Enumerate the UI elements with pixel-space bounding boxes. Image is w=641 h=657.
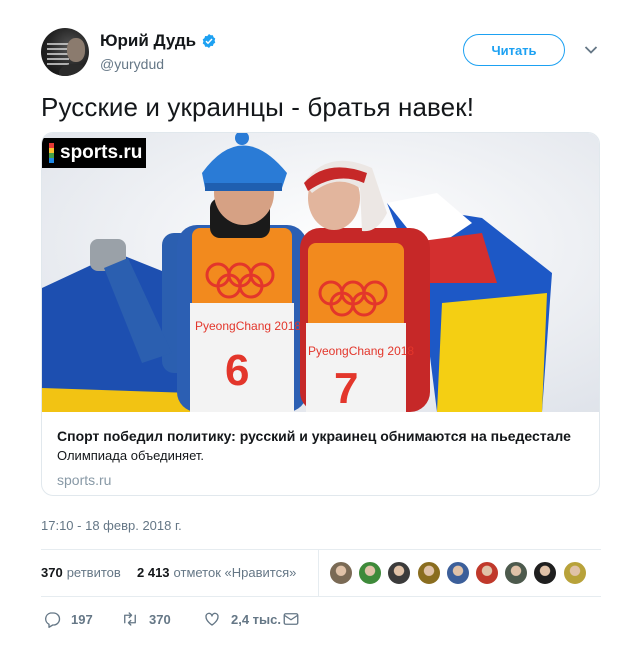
reply-icon <box>45 612 61 628</box>
follow-button[interactable]: Читать <box>463 34 565 66</box>
likes-stat[interactable]: 2 413 отметок «Нравится» <box>137 565 296 580</box>
liker-avatars <box>329 561 592 585</box>
envelope-icon <box>283 613 299 625</box>
reply-count: 197 <box>71 611 93 627</box>
tweet-timestamp[interactable]: 17:10 - 18 февр. 2018 г. <box>41 518 182 533</box>
card-image[interactable]: PyeongChang 2018 6 PyeongChang 2018 7 sp… <box>42 133 599 412</box>
liker-avatar[interactable] <box>358 561 383 585</box>
card-description: Олимпиада объединяет. <box>57 448 205 463</box>
tweet-stats: 370 ретвитов 2 413 отметок «Нравится» <box>41 550 601 596</box>
tweet: Юрий Дудь @yurydud Читать Русские и укра… <box>0 0 641 657</box>
verified-badge-icon <box>202 34 216 48</box>
likes-label: отметок «Нравится» <box>173 565 297 580</box>
retweets-label: ретвитов <box>66 565 121 580</box>
like-count: 2,4 тыс. <box>231 611 281 627</box>
author-name-row[interactable]: Юрий Дудь <box>100 31 217 51</box>
svg-text:7: 7 <box>334 364 358 412</box>
chevron-down-icon[interactable] <box>584 45 598 55</box>
svg-text:PyeongChang 2018: PyeongChang 2018 <box>195 319 301 333</box>
liker-avatar[interactable] <box>562 561 587 585</box>
likes-count: 2 413 <box>137 565 170 580</box>
author-display-name[interactable]: Юрий Дудь <box>100 31 196 51</box>
sports-logo: sports.ru <box>42 138 146 168</box>
liker-avatar[interactable] <box>504 561 529 585</box>
liker-avatar[interactable] <box>533 561 558 585</box>
tweet-actions: 197 370 2,4 тыс. <box>41 606 601 634</box>
link-card[interactable]: PyeongChang 2018 6 PyeongChang 2018 7 sp… <box>41 132 600 496</box>
liker-avatar[interactable] <box>445 561 470 585</box>
stats-divider-bottom <box>41 596 601 597</box>
author-avatar[interactable] <box>41 28 89 76</box>
retweets-stat[interactable]: 370 ретвитов <box>41 565 121 580</box>
liker-avatar[interactable] <box>416 561 441 585</box>
retweet-button[interactable]: 370 <box>121 610 171 628</box>
reply-button[interactable]: 197 <box>43 610 93 628</box>
liker-avatar[interactable] <box>329 561 353 585</box>
retweets-count: 370 <box>41 565 63 580</box>
retweet-icon <box>124 612 136 626</box>
author-handle[interactable]: @yurydud <box>100 56 164 72</box>
heart-icon <box>205 612 219 626</box>
svg-text:6: 6 <box>225 346 249 395</box>
liker-avatar[interactable] <box>387 561 412 585</box>
tweet-text: Русские и украинцы - братья навек! <box>41 92 475 122</box>
like-button[interactable]: 2,4 тыс. <box>203 610 281 628</box>
svg-text:PyeongChang 2018: PyeongChang 2018 <box>308 344 414 358</box>
message-button[interactable] <box>282 610 310 628</box>
liker-avatar[interactable] <box>474 561 499 585</box>
card-domain[interactable]: sports.ru <box>57 472 111 488</box>
card-title[interactable]: Спорт победил политику: русский и украин… <box>57 428 571 444</box>
olympic-athletes-photo: PyeongChang 2018 6 PyeongChang 2018 7 <box>42 133 599 412</box>
stats-separator <box>318 550 319 596</box>
retweet-count: 370 <box>149 611 171 627</box>
